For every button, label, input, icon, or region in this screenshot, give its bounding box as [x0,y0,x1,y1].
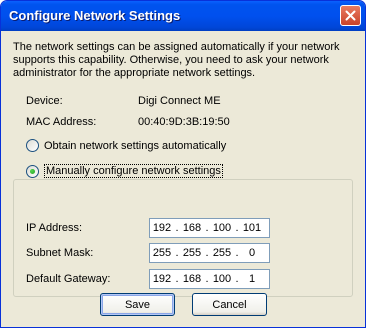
subnet-octet-1[interactable]: 255 [150,247,174,259]
default-gateway-label: Default Gateway: [26,273,111,285]
gateway-octet-4[interactable]: 1 [240,273,264,285]
close-button[interactable] [340,5,361,26]
ip-address-field[interactable]: 192. 168. 100. 101 [149,218,270,238]
close-icon [345,10,356,21]
subnet-octet-2[interactable]: 255 [180,247,204,259]
mac-label: MAC Address: [26,116,97,128]
ip-octet-3[interactable]: 100 [210,222,234,234]
dialog-body: The network settings can be assigned aut… [4,31,362,324]
obtain-automatically-radio[interactable]: Obtain network settings automatically [26,139,226,152]
gateway-octet-3[interactable]: 100 [210,273,234,285]
device-label: Device: [26,95,63,107]
obtain-automatically-label: Obtain network settings automatically [44,139,227,152]
subnet-mask-field[interactable]: 255. 255. 255. 0 [149,243,270,263]
manually-configure-radio[interactable]: Manually configure network settings [26,164,226,178]
manually-configure-label: Manually configure network settings [44,164,223,178]
subnet-octet-4[interactable]: 0 [240,247,264,259]
ip-address-label: IP Address: [26,222,83,234]
dialog-window: Configure Network Settings The network s… [0,0,366,328]
cancel-button[interactable]: Cancel [192,293,267,316]
device-value: Digi Connect ME [138,95,221,107]
ip-octet-2[interactable]: 168 [180,222,204,234]
mac-value: 00:40:9D:3B:19:50 [138,116,230,128]
save-button[interactable]: Save [100,293,175,316]
gateway-octet-1[interactable]: 192 [150,273,174,285]
default-gateway-field[interactable]: 192. 168. 100. 1 [149,269,270,289]
subnet-octet-3[interactable]: 255 [210,247,234,259]
title-bar[interactable]: Configure Network Settings [1,1,365,31]
manual-settings-group: IP Address: 192. 168. 100. 101 Subnet Ma… [13,179,353,297]
ip-octet-1[interactable]: 192 [150,222,174,234]
intro-text: The network settings can be assigned aut… [13,41,340,79]
ip-octet-4[interactable]: 101 [240,222,264,234]
radio-button-manual[interactable] [26,164,39,178]
radio-button-auto[interactable] [26,139,39,152]
dialog-title: Configure Network Settings [9,8,181,23]
subnet-mask-label: Subnet Mask: [26,247,94,259]
gateway-octet-2[interactable]: 168 [180,273,204,285]
